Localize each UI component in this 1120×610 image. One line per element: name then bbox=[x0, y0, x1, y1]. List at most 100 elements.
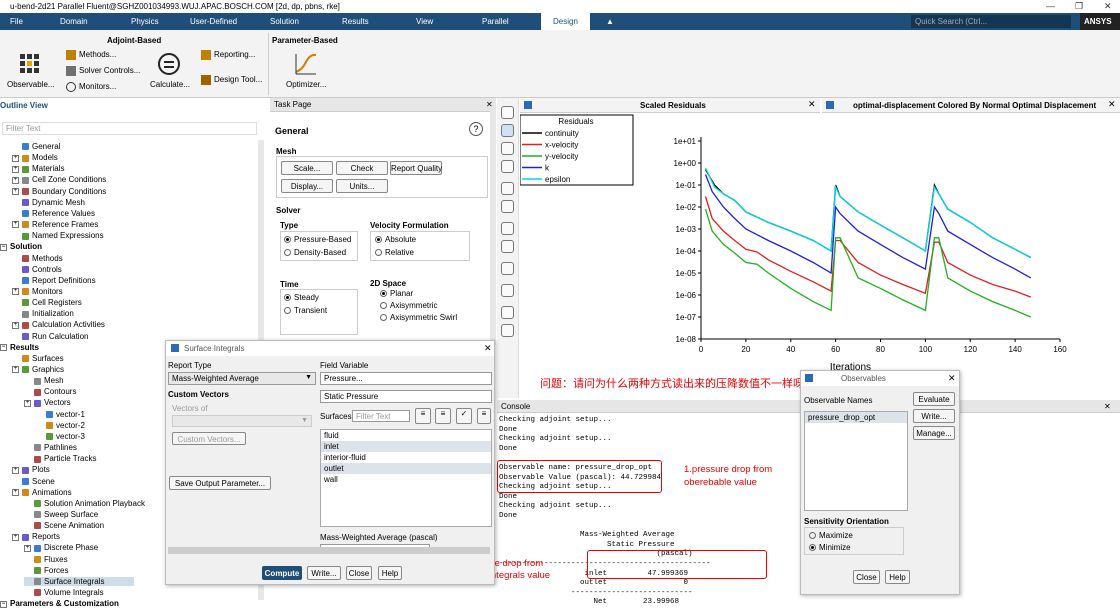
axes-icon[interactable] bbox=[501, 284, 514, 297]
manage-button[interactable]: Manage... bbox=[913, 426, 955, 440]
tree-item[interactable]: Reference Values bbox=[12, 209, 95, 218]
tree-item[interactable]: Controls bbox=[12, 265, 62, 274]
field-variable-select[interactable]: Pressure... bbox=[320, 372, 492, 385]
solver-controls-button[interactable]: Solver Controls... bbox=[66, 66, 140, 76]
compute-button[interactable]: Compute bbox=[262, 566, 302, 580]
surfaces-list[interactable]: fluid inlet interior-fluid outlet wall bbox=[320, 429, 492, 527]
list-options-icon[interactable]: ≡ bbox=[477, 408, 491, 424]
collapse-ribbon-icon[interactable]: ▲ bbox=[606, 17, 614, 26]
observable-names-list[interactable]: pressure_drop_opt bbox=[804, 411, 908, 511]
surface-list-item[interactable]: interior-fluid bbox=[321, 452, 491, 463]
view-icon[interactable] bbox=[501, 222, 514, 235]
calculate-button[interactable]: Calculate... bbox=[150, 80, 190, 89]
observable-button[interactable]: Observable... bbox=[7, 80, 55, 89]
minimize-radio[interactable]: Minimize bbox=[809, 543, 851, 552]
tree-item[interactable]: + Calculation Activities bbox=[12, 320, 105, 329]
task-scrollbar[interactable] bbox=[490, 110, 496, 345]
tree-item[interactable]: Surface Integrals bbox=[24, 576, 135, 586]
menu-parallel[interactable]: Parallel bbox=[482, 17, 509, 26]
expand-icon[interactable]: + bbox=[24, 544, 31, 552]
expand-icon[interactable]: + bbox=[12, 489, 19, 497]
tree-item[interactable]: + Plots bbox=[12, 465, 50, 474]
contour-tab-header[interactable]: optimal-displacement Colored By Normal O… bbox=[822, 98, 1120, 113]
tree-item[interactable]: − Solution bbox=[0, 242, 42, 251]
evaluate-button[interactable]: Evaluate bbox=[913, 392, 955, 406]
observables-write-button[interactable]: Write... bbox=[913, 409, 955, 423]
select-all-icon[interactable]: ≡ bbox=[415, 408, 431, 424]
dialog-scrollbar[interactable] bbox=[168, 547, 490, 554]
expand-icon[interactable]: + bbox=[12, 176, 19, 184]
tree-item[interactable]: Scene Animation bbox=[24, 521, 104, 530]
menu-physics[interactable]: Physics bbox=[131, 17, 159, 26]
minimize-icon[interactable]: — bbox=[1046, 1, 1055, 11]
methods-button[interactable]: Methods... bbox=[66, 50, 116, 60]
expand-icon[interactable]: + bbox=[12, 321, 19, 329]
tree-item[interactable]: + Cell Zone Conditions bbox=[12, 175, 106, 184]
maximize-radio[interactable]: Maximize bbox=[809, 531, 853, 540]
contour-close-icon[interactable]: ✕ bbox=[1108, 99, 1116, 110]
rotate-icon[interactable] bbox=[501, 106, 514, 119]
tree-item[interactable]: vector-1 bbox=[36, 410, 85, 419]
menu-design[interactable]: Design bbox=[541, 13, 590, 30]
residuals-close-icon[interactable]: ✕ bbox=[808, 99, 816, 110]
axisymmetric-radio[interactable]: Axisymmetric bbox=[380, 301, 438, 310]
help-button[interactable]: Help bbox=[378, 566, 402, 580]
menu-user-defined[interactable]: User-Defined bbox=[190, 17, 237, 26]
cube-icon[interactable] bbox=[501, 240, 514, 253]
pressure-based-radio[interactable]: Pressure-Based bbox=[284, 235, 351, 244]
report-type-select[interactable]: Mass-Weighted Average ▼ bbox=[168, 372, 316, 385]
outline-filter-input[interactable]: Filter Text bbox=[2, 122, 257, 135]
ruler-icon[interactable] bbox=[501, 262, 514, 275]
observable-icon[interactable] bbox=[18, 52, 42, 76]
vectors-of-select[interactable]: ▼ bbox=[172, 415, 312, 427]
axisymmetric-swirl-radio[interactable]: Axisymmetric Swirl bbox=[380, 313, 457, 322]
tree-item[interactable]: Run Calculation bbox=[12, 332, 88, 341]
menu-solution[interactable]: Solution bbox=[270, 17, 299, 26]
zoom-box-icon[interactable] bbox=[501, 182, 514, 195]
tree-item[interactable]: + Boundary Conditions bbox=[12, 187, 106, 196]
absolute-radio[interactable]: Absolute bbox=[375, 235, 416, 244]
expand-icon[interactable]: − bbox=[0, 344, 7, 352]
expand-icon[interactable]: − bbox=[0, 243, 7, 251]
expand-icon[interactable]: + bbox=[12, 466, 19, 474]
tree-item[interactable]: Scene bbox=[12, 477, 55, 486]
tree-item[interactable]: Solution Animation Playback bbox=[24, 499, 145, 508]
tree-item[interactable]: + Graphics bbox=[12, 365, 64, 374]
tree-item[interactable]: + Discrete Phase bbox=[24, 543, 98, 552]
surfaces-filter-input[interactable]: Filter Text bbox=[352, 410, 410, 422]
relative-radio[interactable]: Relative bbox=[375, 248, 414, 257]
tree-item[interactable]: Contours bbox=[24, 387, 76, 396]
tree-item[interactable]: − Parameters & Customization bbox=[0, 599, 119, 608]
optimizer-button[interactable]: Optimizer... bbox=[286, 80, 326, 89]
check-list-icon[interactable]: ✓ bbox=[456, 408, 472, 424]
surface-list-item[interactable]: outlet bbox=[321, 463, 491, 474]
monitors-button[interactable]: Monitors... bbox=[66, 82, 116, 92]
maximize-icon[interactable]: ❐ bbox=[1075, 1, 1083, 12]
surface-list-item[interactable]: wall bbox=[321, 474, 491, 485]
tree-item[interactable]: Surfaces bbox=[12, 354, 64, 363]
planar-radio[interactable]: Planar bbox=[380, 289, 413, 298]
dialog-close-icon[interactable]: ✕ bbox=[484, 343, 492, 354]
tree-item[interactable]: + Vectors bbox=[24, 398, 71, 407]
tree-item[interactable]: Named Expressions bbox=[12, 231, 104, 240]
close-button[interactable]: Close bbox=[346, 566, 372, 580]
tree-item[interactable]: + Materials bbox=[12, 164, 64, 173]
steady-radio[interactable]: Steady bbox=[284, 293, 319, 302]
scale-button[interactable]: Scale... bbox=[281, 161, 333, 175]
menu-domain[interactable]: Domain bbox=[60, 17, 88, 26]
expand-icon[interactable]: + bbox=[12, 187, 19, 195]
expand-icon[interactable]: − bbox=[0, 600, 7, 608]
pan-icon[interactable] bbox=[501, 124, 514, 137]
quick-search-input[interactable]: Quick Search (Ctrl... bbox=[911, 15, 1071, 28]
tree-item[interactable]: + Reference Frames bbox=[12, 220, 98, 229]
expand-icon[interactable]: + bbox=[12, 533, 19, 541]
console-close-icon[interactable]: ✕ bbox=[1104, 402, 1111, 411]
observables-close-icon[interactable]: ✕ bbox=[948, 373, 956, 384]
zoom-fit-icon[interactable] bbox=[501, 200, 514, 213]
write-button[interactable]: Write... bbox=[307, 566, 341, 580]
tree-item[interactable]: Mesh bbox=[24, 376, 64, 385]
tree-item[interactable]: Volume Integrals bbox=[24, 588, 104, 597]
tree-item[interactable]: Cell Registers bbox=[12, 298, 82, 307]
observable-item[interactable]: pressure_drop_opt bbox=[805, 412, 907, 423]
residuals-tab-header[interactable]: Scaled Residuals ✕ bbox=[520, 98, 820, 113]
